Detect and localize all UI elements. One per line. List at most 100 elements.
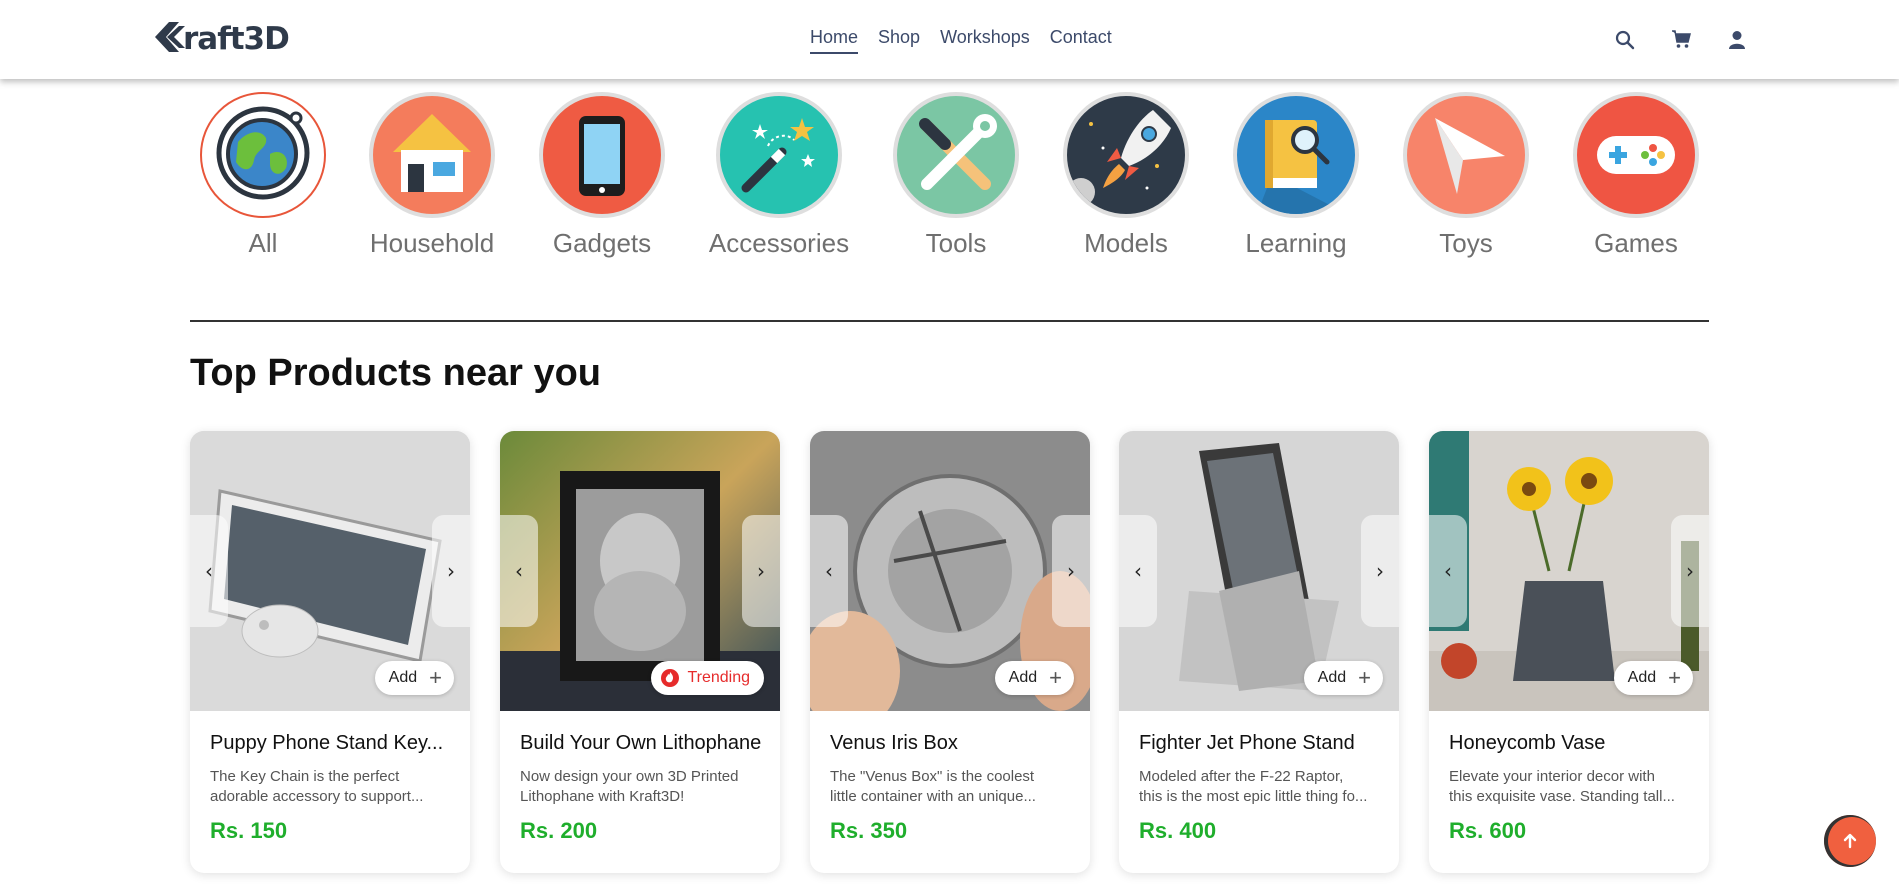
category-learning[interactable]: Learning <box>1221 92 1371 259</box>
product-description-line: The "Venus Box" is the coolest <box>830 768 1035 785</box>
add-to-cart-button[interactable]: Add + <box>994 661 1074 695</box>
tools-icon <box>919 114 997 190</box>
svg-text:raft3D: raft3D <box>183 21 289 56</box>
trending-badge: Trending <box>651 661 764 695</box>
product-price: Rs. 150 <box>210 818 288 843</box>
paper-plane-icon <box>1435 118 1505 194</box>
category-household[interactable]: Household <box>357 92 507 259</box>
house-icon <box>393 114 471 192</box>
product-title[interactable]: Build Your Own Lithophane <box>520 732 765 755</box>
add-label: Add <box>1317 669 1347 686</box>
add-label: Add <box>1627 669 1657 686</box>
product-title[interactable]: Fighter Jet Phone Stand <box>1139 732 1384 755</box>
product-card[interactable]: ‹ › Add + Venus Iris Box The "Venus Box"… <box>810 431 1090 873</box>
category-all-circle <box>200 92 326 218</box>
product-description: Now design your own 3D Printed Lithophan… <box>520 767 765 807</box>
category-label: Games <box>1594 228 1678 258</box>
arrow-up-icon <box>1843 833 1857 849</box>
category-accessories-circle <box>716 92 842 218</box>
carousel-next-button[interactable]: › <box>1361 515 1399 627</box>
product-price: Rs. 600 <box>1449 818 1527 843</box>
plus-icon: + <box>1358 665 1371 690</box>
add-to-cart-button[interactable]: Add + <box>1303 661 1383 695</box>
category-bar: All Household Gadgets Accessories Tools … <box>0 92 1899 262</box>
product-description-line: adorable accessory to support... <box>210 788 424 805</box>
product-description: Modeled after the F-22 Raptor, this is t… <box>1139 767 1384 807</box>
carousel-next-button[interactable]: › <box>742 515 780 627</box>
category-gadgets[interactable]: Gadgets <box>527 92 677 259</box>
add-to-cart-button[interactable]: Add + <box>1613 661 1693 695</box>
carousel-next-button[interactable]: › <box>1052 515 1090 627</box>
fire-icon <box>661 669 680 687</box>
product-price: Rs. 400 <box>1139 818 1217 843</box>
category-games-circle <box>1573 92 1699 218</box>
add-to-cart-button[interactable]: Add + <box>374 661 454 695</box>
category-models-circle <box>1063 92 1189 218</box>
product-title[interactable]: Venus Iris Box <box>830 732 1075 755</box>
scroll-to-top-button[interactable] <box>1824 815 1876 867</box>
category-label: Household <box>369 228 495 258</box>
cart-icon[interactable] <box>1670 28 1692 50</box>
product-description: Elevate your interior decor with this ex… <box>1449 767 1694 807</box>
product-description: The Key Chain is the perfect adorable ac… <box>210 767 455 807</box>
plus-icon: + <box>429 665 442 690</box>
nav-shop[interactable]: Shop <box>878 27 920 54</box>
brand-logo[interactable]: raft3D <box>153 18 305 56</box>
book-icon <box>1257 120 1347 214</box>
carousel-prev-button[interactable]: ‹ <box>500 515 538 627</box>
section-title: Top Products near you <box>190 352 602 394</box>
category-tools[interactable]: Tools <box>881 92 1031 259</box>
category-toys[interactable]: Toys <box>1391 92 1541 259</box>
category-label: Models <box>1084 228 1168 258</box>
product-description-line: Lithophane with Kraft3D! <box>520 788 685 805</box>
nav-workshops[interactable]: Workshops <box>940 27 1030 54</box>
plus-icon: + <box>1049 665 1062 690</box>
product-description-line: The Key Chain is the perfect <box>210 768 400 785</box>
category-household-circle <box>369 92 495 218</box>
category-accessories[interactable]: Accessories <box>704 92 854 259</box>
category-label: Gadgets <box>552 228 652 258</box>
carousel-next-button[interactable]: › <box>1671 515 1709 627</box>
carousel-prev-button[interactable]: ‹ <box>190 515 228 627</box>
category-label: Learning <box>1245 228 1347 258</box>
product-description-line: Elevate your interior decor with <box>1449 768 1655 785</box>
category-games[interactable]: Games <box>1561 92 1711 259</box>
nav-contact[interactable]: Contact <box>1050 27 1112 54</box>
category-all[interactable]: All <box>188 92 338 259</box>
category-models[interactable]: Models <box>1051 92 1201 259</box>
product-description: The "Venus Box" is the coolest little co… <box>830 767 1075 807</box>
product-price: Rs. 200 <box>520 818 598 843</box>
category-tools-circle <box>893 92 1019 218</box>
product-description-line: this exquisite vase. Standing tall... <box>1449 788 1675 805</box>
product-card[interactable]: ‹ › Add + Fighter Jet Phone Stand Modele… <box>1119 431 1399 873</box>
trending-label: Trending <box>687 669 750 686</box>
product-price: Rs. 350 <box>830 818 908 843</box>
search-icon[interactable] <box>1614 29 1636 51</box>
nav-home[interactable]: Home <box>810 27 859 54</box>
user-icon[interactable] <box>1726 29 1748 51</box>
add-label: Add <box>1008 669 1038 686</box>
product-title[interactable]: Honeycomb Vase <box>1449 732 1694 755</box>
main-nav: Home Shop Workshops Contact <box>810 27 1112 54</box>
product-description-line: Modeled after the F-22 Raptor, <box>1139 768 1344 785</box>
category-label: Tools <box>925 228 987 258</box>
product-card[interactable]: ‹ › Trending Build Your Own Lithophane N… <box>500 431 780 873</box>
product-title[interactable]: Puppy Phone Stand Key... <box>210 732 455 755</box>
product-card[interactable]: ‹ › Add + Honeycomb Vase Elevate your in… <box>1429 431 1709 873</box>
top-navbar: raft3D Home Shop Workshops Contact <box>0 0 1899 79</box>
rocket-icon <box>1067 110 1171 206</box>
product-card[interactable]: ‹ › Add + Puppy Phone Stand Key... The K… <box>190 431 470 873</box>
carousel-prev-button[interactable]: ‹ <box>1429 515 1467 627</box>
category-toys-circle <box>1403 92 1529 218</box>
category-label: Toys <box>1439 228 1493 258</box>
phone-icon <box>579 116 625 196</box>
carousel-prev-button[interactable]: ‹ <box>1119 515 1157 627</box>
category-label: Accessories <box>708 228 850 258</box>
carousel-prev-button[interactable]: ‹ <box>810 515 848 627</box>
add-label: Add <box>388 669 418 686</box>
product-description-line: this is the most epic little thing fo... <box>1139 788 1368 805</box>
magic-wand-icon <box>741 118 815 193</box>
product-description-line: little container with an unique... <box>830 788 1036 805</box>
gamepad-icon <box>1597 136 1675 174</box>
carousel-next-button[interactable]: › <box>432 515 470 627</box>
